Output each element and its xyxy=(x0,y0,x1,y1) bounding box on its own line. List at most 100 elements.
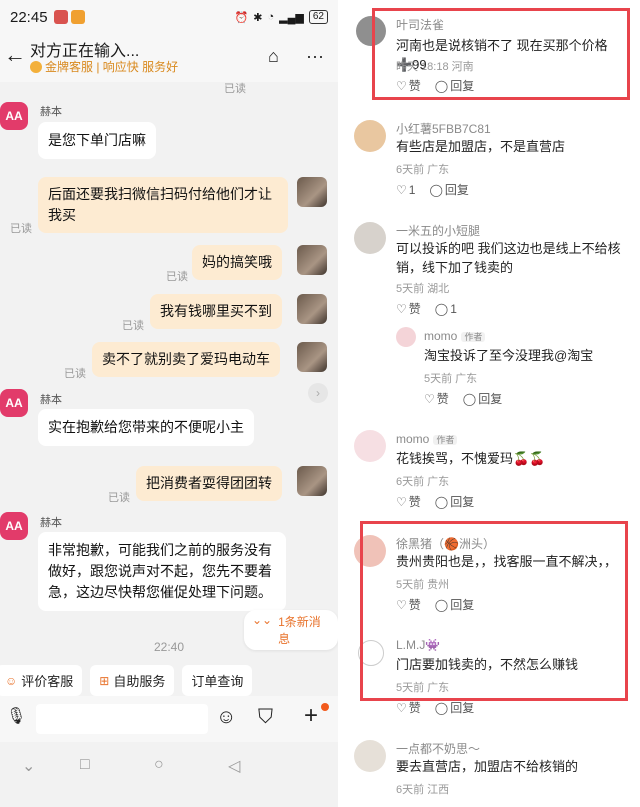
comment-icon: ◯ xyxy=(434,494,449,509)
sender-name: 赫本 xyxy=(40,106,62,118)
like-button[interactable]: ♡ 赞 xyxy=(396,699,421,716)
comment-actions: ♡ 赞 ◯ 1 xyxy=(396,300,457,317)
comment-meta: 5天前 广东 xyxy=(424,373,478,385)
sender-name: 赫本 xyxy=(40,394,62,406)
comment-meta: 6天前 江西 xyxy=(396,784,450,796)
app-notification-icon xyxy=(53,10,68,24)
gold-badge-icon xyxy=(30,60,42,73)
comment-actions: ♡ 赞 ◯ 回复 xyxy=(396,493,474,510)
commenter-name[interactable]: momo 作者 xyxy=(424,329,486,343)
user-avatar[interactable] xyxy=(297,466,327,496)
chat-header: ← 对方正在输入... 金牌客服 | 响应快 服务好 ⌂ ··· xyxy=(0,34,338,82)
message-bubble: 妈的搞笑哦 xyxy=(192,245,282,280)
comment-actions: ♡ 1 ◯ 回复 xyxy=(396,181,469,198)
reply-button[interactable]: ◯ 回复 xyxy=(463,390,502,407)
user-avatar[interactable] xyxy=(297,245,327,275)
plus-icon[interactable]: + xyxy=(304,702,318,730)
chevron-right-icon[interactable]: › xyxy=(308,383,328,403)
reply-button[interactable]: ◯ 回复 xyxy=(435,699,474,716)
commenter-avatar[interactable] xyxy=(354,430,386,462)
shop-avatar[interactable]: AA xyxy=(0,389,28,417)
like-button[interactable]: ♡ 赞 xyxy=(424,390,449,407)
user-avatar[interactable] xyxy=(297,177,327,207)
comment-actions: ♡ 赞 ◯ 回复 xyxy=(424,390,502,407)
commenter-name[interactable]: 一米五的小短腿 xyxy=(396,222,480,239)
message-bubble: 是您下单门店嘛 xyxy=(38,122,156,159)
heart-icon: ♡ xyxy=(424,391,435,406)
nav-menu-icon[interactable]: ⌄ xyxy=(22,756,35,776)
order-query-chip[interactable]: 订单查询 xyxy=(182,665,253,696)
time-separator: 22:40 xyxy=(153,640,185,654)
grid-icon: ⊞ xyxy=(99,673,110,688)
reply-button[interactable]: ◯ 1 xyxy=(435,300,457,317)
comment-text: 花钱挨骂，不愧爱玛🍒🍒 xyxy=(396,451,546,466)
back-arrow-icon[interactable]: ← xyxy=(4,42,26,68)
sender-name: 赫本 xyxy=(40,517,62,529)
alarm-icon: ⏰ xyxy=(234,11,249,24)
commenter-name[interactable]: 一点都不奶思～ xyxy=(396,740,480,757)
shopping-bag-icon[interactable]: ⛉ xyxy=(258,706,273,729)
commenter-avatar[interactable] xyxy=(354,120,386,152)
comment-icon: ◯ xyxy=(434,301,449,316)
message-bubble: 我有钱哪里买不到 xyxy=(150,294,282,329)
reply-button[interactable]: ◯ 回复 xyxy=(429,181,468,198)
comment-icon: ◯ xyxy=(462,391,477,406)
battery-indicator: 62 xyxy=(308,10,328,24)
heart-icon: ♡ xyxy=(396,700,407,715)
comment-meta: 6天前 广东 xyxy=(396,476,450,488)
notification-dot xyxy=(321,703,329,711)
quick-actions: ☺ 评价客服 ⊞ 自助服务 订单查询 xyxy=(0,665,253,696)
comment-text: 有些店是加盟店，不是直营店 xyxy=(396,139,566,154)
commenter-avatar[interactable] xyxy=(354,740,386,772)
system-nav-bar: ⌄ □ ○ ◁ xyxy=(0,742,338,807)
self-service-chip[interactable]: ⊞ 自助服务 xyxy=(90,665,175,696)
status-time: 22:45 xyxy=(10,8,48,26)
highlight-box xyxy=(360,521,628,701)
message-bubble: 非常抱歉，可能我们之前的服务没有做好，跟您说声对不起，您先不要着急，这边尽快帮您… xyxy=(38,532,286,611)
author-tag: 作者 xyxy=(433,435,458,445)
emoji-icon[interactable]: ☺ xyxy=(216,706,236,729)
wifi-icon: ◔ xyxy=(267,11,275,23)
commenter-avatar[interactable] xyxy=(396,327,416,347)
read-receipt: 已读 xyxy=(224,83,246,95)
heart-icon: ♡ xyxy=(396,494,407,509)
user-avatar[interactable] xyxy=(297,294,327,324)
nav-home-icon[interactable]: ○ xyxy=(154,756,164,774)
rate-service-chip[interactable]: ☺ 评价客服 xyxy=(0,665,83,696)
comment-actions: ♡ 赞 ◯ 回复 xyxy=(396,699,474,716)
message-bubble: 卖不了就别卖了爱玛电动车 xyxy=(92,342,280,377)
author-tag: 作者 xyxy=(461,332,486,342)
message-bubble: 后面还要我扫微信扫码付给他们才让我买 xyxy=(38,177,288,233)
nav-recents-icon[interactable]: □ xyxy=(80,756,90,774)
commenter-name[interactable]: momo 作者 xyxy=(396,432,458,446)
shop-avatar[interactable]: AA xyxy=(0,512,28,540)
comment-text: 要去直营店，加盟店不给核销的 xyxy=(396,759,579,774)
comment-meta: 5天前 湖北 xyxy=(396,283,450,295)
read-receipt: 已读 xyxy=(10,223,32,235)
voice-input-icon[interactable]: 🎙 xyxy=(6,706,26,726)
bluetooth-icon: ✱ xyxy=(253,11,263,24)
reply-button[interactable]: ◯ 回复 xyxy=(435,493,474,510)
user-avatar[interactable] xyxy=(297,342,327,372)
like-button[interactable]: ♡ 1 xyxy=(396,181,415,198)
commenter-avatar[interactable] xyxy=(354,222,386,254)
shop-avatar[interactable]: AA xyxy=(0,102,28,130)
signal-icon: ▂▄▆ xyxy=(279,11,304,24)
read-receipt: 已读 xyxy=(122,320,144,332)
like-button[interactable]: ♡ 赞 xyxy=(396,493,421,510)
commenter-name[interactable]: 小红薯5FBB7C81 xyxy=(396,120,491,137)
heart-icon: ♡ xyxy=(396,301,407,316)
chat-subtitle: 金牌客服 | 响应快 服务好 xyxy=(30,58,178,75)
status-bar: 22:45 ⏰ ✱ ◔ ▂▄▆ 62 xyxy=(0,0,338,34)
chat-subtitle-text: 金牌客服 | 响应快 服务好 xyxy=(45,60,179,74)
heart-icon: ♡ xyxy=(396,182,407,197)
nav-back-icon[interactable]: ◁ xyxy=(228,756,240,776)
shop-icon[interactable]: ⌂ xyxy=(268,46,279,67)
comment-text: 淘宝投诉了至今没理我@淘宝 xyxy=(424,348,594,363)
message-bubble: 实在抱歉给您带来的不便呢小主 xyxy=(38,409,254,446)
like-button[interactable]: ♡ 赞 xyxy=(396,300,421,317)
message-input[interactable] xyxy=(36,704,208,734)
comment-list: 叶司法雀 河南也是说核销不了 现在买那个价格➕99 昨天 18:18 河南 ♡ 赞… xyxy=(340,0,640,807)
read-receipt: 已读 xyxy=(64,368,86,380)
more-icon[interactable]: ··· xyxy=(306,46,324,67)
